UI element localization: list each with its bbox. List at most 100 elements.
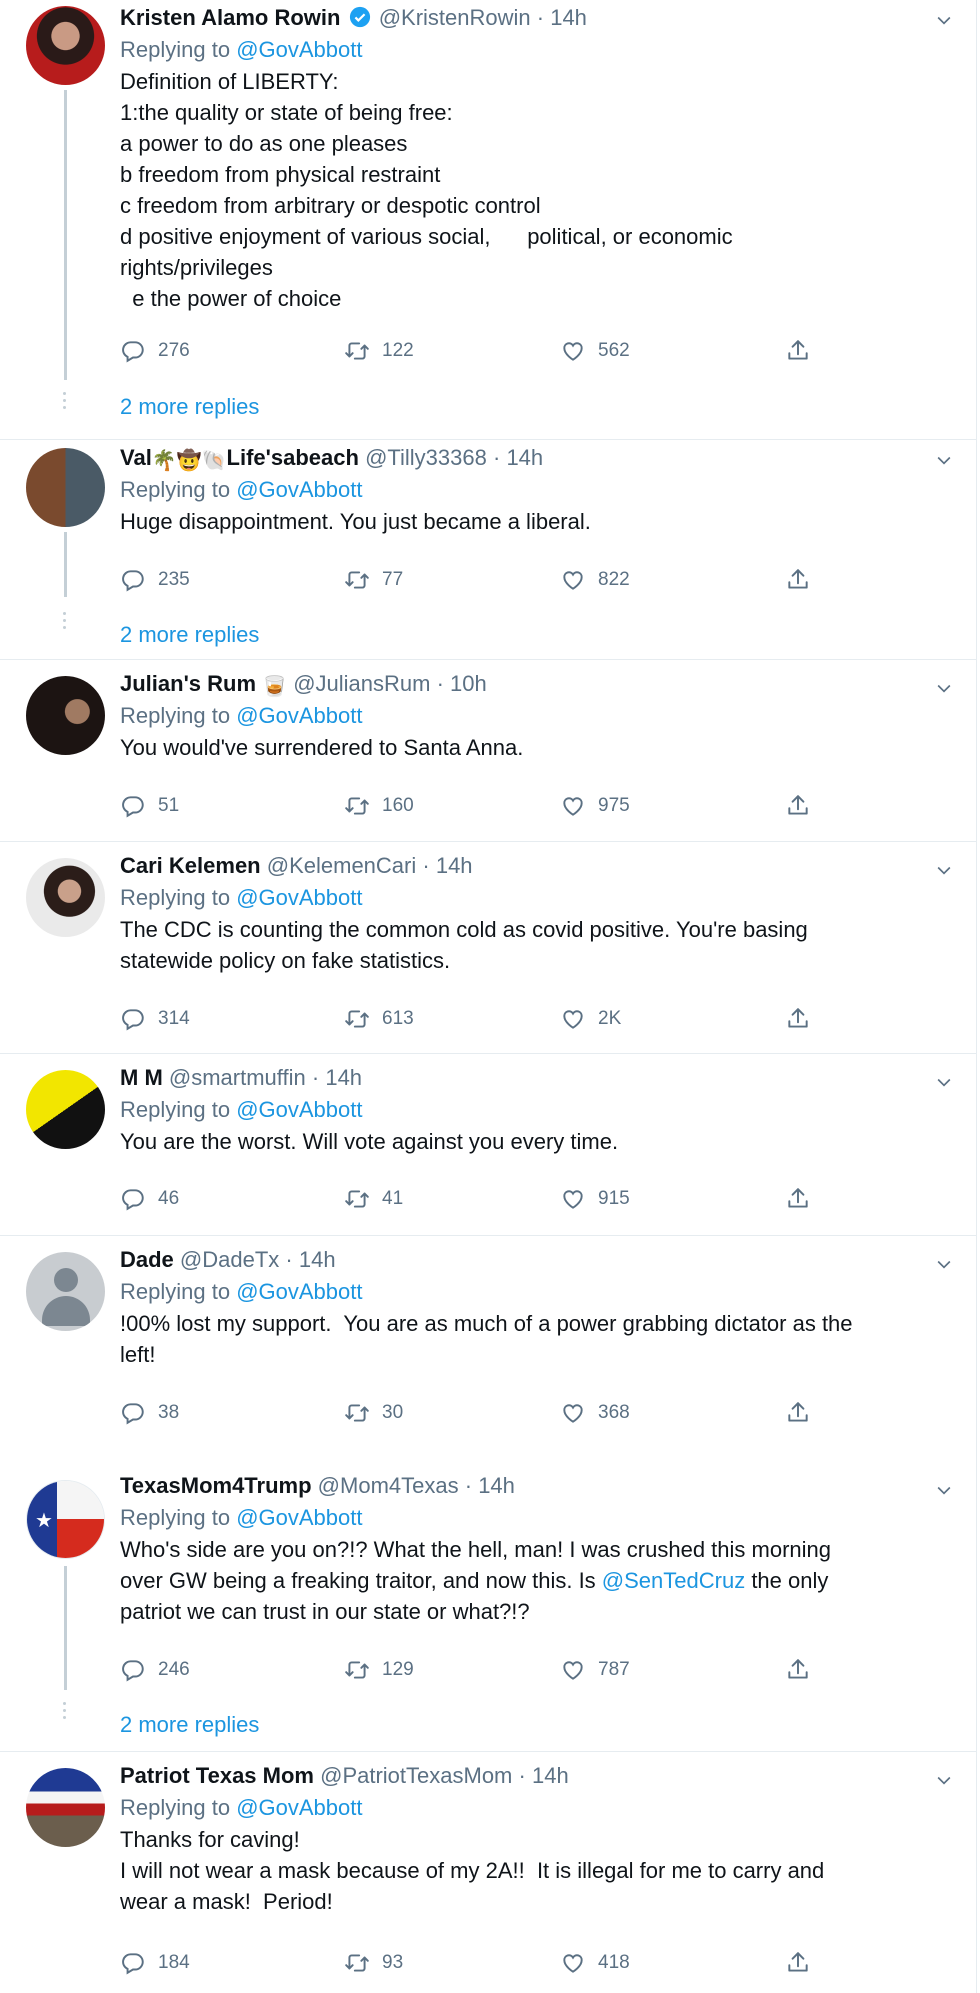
display-name-suffix[interactable]: Life'sabeach [227,445,359,470]
avatar[interactable] [26,676,105,755]
tweet[interactable]: ★ TexasMom4Trump @Mom4Texas · 14h Replyi… [0,1462,976,1752]
mention-link[interactable]: @GovAbbott [236,703,362,728]
display-name[interactable]: Val [120,445,152,470]
chevron-down-icon[interactable] [934,678,954,698]
handle[interactable]: @KelemenCari [267,853,417,878]
chevron-down-icon[interactable] [934,1770,954,1790]
avatar[interactable]: ★ [26,1480,105,1559]
tweet[interactable]: M M @smartmuffin · 14h Replying to @GovA… [0,1054,976,1236]
mention-link[interactable]: @GovAbbott [236,37,362,62]
share-button[interactable] [785,336,811,366]
share-icon [785,1400,811,1426]
handle[interactable]: @Mom4Texas [318,1473,459,1498]
mention-link[interactable]: @GovAbbott [236,1505,362,1530]
like-button[interactable]: 787 [560,1655,630,1685]
share-button[interactable] [785,1398,811,1428]
more-replies-link[interactable]: 2 more replies [120,1712,259,1738]
handle[interactable]: @PatriotTexasMom [320,1763,512,1788]
tweet[interactable]: Val🌴🤠🐚Life'sabeach @Tilly33368 · 14h Rep… [0,440,976,660]
action-bar: 246 129 787 [120,1655,820,1685]
handle[interactable]: @JuliansRum [293,671,430,696]
timestamp[interactable]: 14h [325,1065,362,1090]
retweet-button[interactable]: 129 [344,1655,414,1685]
tweet[interactable]: Kristen Alamo Rowin @KristenRowin · 14h … [0,0,976,440]
chevron-down-icon[interactable] [934,1480,954,1500]
handle[interactable]: @smartmuffin [169,1065,306,1090]
share-button[interactable] [785,1004,811,1034]
like-button[interactable]: 822 [560,565,630,595]
share-button[interactable] [785,791,811,821]
reply-button[interactable]: 184 [120,1948,190,1978]
avatar[interactable] [26,1070,105,1149]
reply-button[interactable]: 246 [120,1655,190,1685]
display-name[interactable]: TexasMom4Trump [120,1473,312,1498]
tweet-text: Huge disappointment. You just became a l… [120,509,591,534]
tweet[interactable]: Cari Kelemen @KelemenCari · 14h Replying… [0,842,976,1054]
reply-button[interactable]: 46 [120,1184,179,1214]
timestamp[interactable]: 14h [532,1763,569,1788]
timestamp[interactable]: 14h [550,5,587,30]
like-button[interactable]: 975 [560,791,630,821]
avatar[interactable] [26,1252,105,1331]
reply-button[interactable]: 276 [120,336,190,366]
tweet[interactable]: Dade @DadeTx · 14h Replying to @GovAbbot… [0,1236,976,1462]
display-name[interactable]: M M [120,1065,163,1090]
mention-link[interactable]: @GovAbbott [236,1279,362,1304]
like-button[interactable]: 562 [560,336,630,366]
tweet[interactable]: Julian's Rum 🥃 @JuliansRum · 10h Replyin… [0,660,976,842]
avatar[interactable] [26,858,105,937]
display-name[interactable]: Kristen Alamo Rowin [120,5,340,30]
like-button[interactable]: 2K [560,1004,621,1034]
avatar[interactable] [26,6,105,85]
chevron-down-icon[interactable] [934,1254,954,1274]
tweet-text: You would've surrendered to Santa Anna. [120,735,524,760]
chevron-down-icon[interactable] [934,450,954,470]
action-bar: 314 613 2K [120,1004,820,1034]
display-name[interactable]: Julian's Rum [120,671,256,696]
retweet-button[interactable]: 93 [344,1948,403,1978]
retweet-button[interactable]: 30 [344,1398,403,1428]
mention-link[interactable]: @GovAbbott [236,885,362,910]
like-button[interactable]: 368 [560,1398,630,1428]
timestamp[interactable]: 14h [506,445,543,470]
chevron-down-icon[interactable] [934,1072,954,1092]
share-button[interactable] [785,1184,811,1214]
retweet-button[interactable]: 160 [344,791,414,821]
thread-line [64,532,67,597]
like-button[interactable]: 418 [560,1948,630,1978]
retweet-button[interactable]: 613 [344,1004,414,1034]
retweet-button[interactable]: 77 [344,565,403,595]
reply-button[interactable]: 314 [120,1004,190,1034]
share-button[interactable] [785,1948,811,1978]
display-name[interactable]: Patriot Texas Mom [120,1763,314,1788]
share-button[interactable] [785,1655,811,1685]
reply-button[interactable]: 235 [120,565,190,595]
handle[interactable]: @Tilly33368 [365,445,487,470]
mention-link[interactable]: @GovAbbott [236,477,362,502]
share-button[interactable] [785,565,811,595]
avatar[interactable] [26,448,105,527]
more-replies-link[interactable]: 2 more replies [120,394,259,420]
more-replies-link[interactable]: 2 more replies [120,622,259,648]
mention-link[interactable]: @GovAbbott [236,1097,362,1122]
timestamp[interactable]: 14h [436,853,473,878]
handle[interactable]: @DadeTx [180,1247,279,1272]
timestamp[interactable]: 14h [299,1247,336,1272]
display-name[interactable]: Dade [120,1247,174,1272]
chevron-down-icon[interactable] [934,860,954,880]
handle[interactable]: @KristenRowin [379,5,531,30]
tweet[interactable]: Patriot Texas Mom @PatriotTexasMom · 14h… [0,1752,976,1993]
display-name[interactable]: Cari Kelemen [120,853,261,878]
mention-link[interactable]: @SenTedCruz [602,1568,745,1593]
retweet-button[interactable]: 41 [344,1184,403,1214]
reply-button[interactable]: 38 [120,1398,179,1428]
retweet-button[interactable]: 122 [344,336,414,366]
avatar[interactable] [26,1768,105,1847]
like-button[interactable]: 915 [560,1184,630,1214]
reply-icon [120,1006,146,1032]
timestamp[interactable]: 10h [450,671,487,696]
mention-link[interactable]: @GovAbbott [236,1795,362,1820]
chevron-down-icon[interactable] [934,10,954,30]
reply-button[interactable]: 51 [120,791,179,821]
timestamp[interactable]: 14h [478,1473,515,1498]
